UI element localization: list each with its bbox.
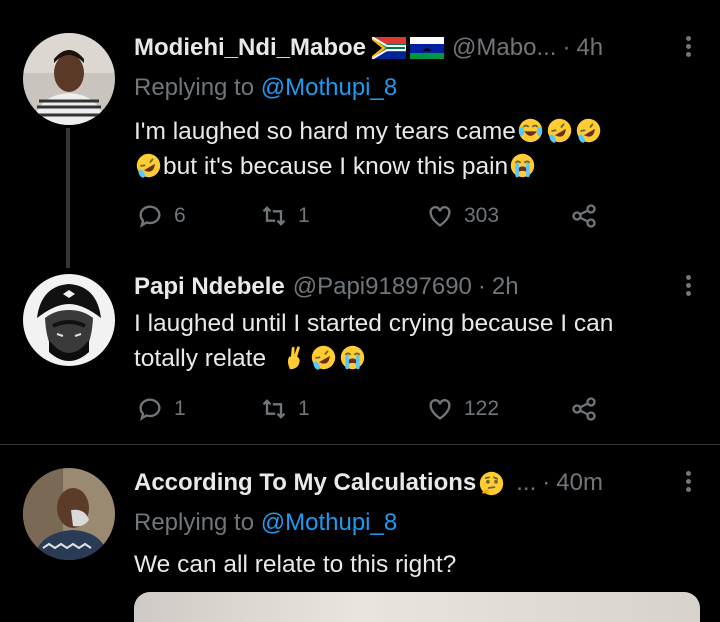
reply-button[interactable]: 6 — [136, 202, 186, 230]
heart-icon — [429, 399, 451, 420]
avatar[interactable] — [23, 33, 115, 125]
heart-icon — [429, 206, 451, 227]
tweet-time[interactable]: 4h — [576, 34, 603, 62]
tweet-header: According To My Calculations ... · 40m — [134, 466, 720, 500]
tweet-time[interactable]: 40m — [556, 469, 603, 497]
south-africa-flag-icon — [372, 37, 407, 59]
rofl-emoji-icon — [311, 345, 336, 370]
like-count: 303 — [464, 204, 500, 227]
rofl-emoji-icon — [576, 118, 601, 143]
tweet-media-image[interactable] — [134, 592, 700, 622]
more-icon[interactable] — [686, 272, 692, 299]
share-button[interactable] — [570, 395, 608, 423]
tweet-text: We can all relate to this right? — [134, 547, 694, 582]
retweet-icon — [262, 206, 286, 226]
reply-icon — [139, 398, 161, 421]
crying-emoji-icon — [340, 345, 365, 370]
tweet-2[interactable]: Papi Ndebele @Papi91897690 · 2h I laughe… — [0, 260, 720, 444]
tweet-text-line-1: We can all relate to this right? — [134, 551, 457, 578]
more-icon[interactable] — [686, 468, 692, 495]
reply-icon — [139, 205, 161, 228]
tweet-time[interactable]: 2h — [492, 273, 519, 301]
lesotho-flag-icon — [410, 37, 445, 59]
tweet-text: I'm laughed so hard my tears came but it… — [134, 114, 694, 184]
tweet-header: Papi Ndebele @Papi91897690 · 2h — [134, 270, 720, 304]
thinking-face-emoji-icon — [480, 471, 504, 495]
reply-count: 6 — [174, 204, 186, 227]
tweet-text-line-1: I'm laughed so hard my tears came — [134, 118, 516, 145]
author-handle[interactable]: @Mabo... — [452, 34, 556, 62]
retweet-icon — [262, 399, 286, 419]
like-button[interactable]: 122 — [426, 395, 499, 423]
crying-emoji-icon — [510, 153, 535, 178]
author-name[interactable]: Papi Ndebele — [134, 273, 285, 301]
tweet-header: Modiehi_Ndi_Maboe @Mabo... · 4h — [134, 31, 720, 65]
tweet-actions: 1 1 122 — [136, 395, 616, 425]
tweet-3[interactable]: According To My Calculations ... · 40m R… — [0, 445, 720, 606]
tweet-text-line-2: totally relate — [134, 345, 267, 372]
rofl-emoji-icon — [136, 153, 161, 178]
reply-button[interactable]: 1 — [136, 395, 186, 423]
share-button[interactable] — [570, 202, 608, 230]
thread-line — [66, 128, 70, 268]
replying-to: Replying to @Mothupi_8 — [134, 509, 397, 537]
rofl-emoji-icon — [547, 118, 572, 143]
tweet-1[interactable]: Modiehi_Ndi_Maboe @Mabo... · 4h Replying… — [0, 0, 720, 268]
author-handle[interactable]: ... — [516, 469, 536, 497]
retweet-button[interactable]: 1 — [260, 395, 310, 423]
share-icon — [572, 397, 596, 421]
reply-count: 1 — [174, 397, 186, 420]
separator: · — [477, 273, 486, 300]
tweet-text-line-1: I laughed until I started crying because… — [134, 310, 614, 337]
replying-label: Replying to — [134, 74, 255, 101]
author-handle[interactable]: @Papi91897690 — [293, 273, 472, 301]
separator: · — [542, 469, 551, 496]
retweet-count: 1 — [298, 204, 310, 227]
like-count: 122 — [464, 397, 500, 420]
author-name[interactable]: Modiehi_Ndi_Maboe — [134, 34, 366, 62]
separator: · — [562, 34, 571, 61]
author-name[interactable]: According To My Calculations — [134, 469, 476, 497]
retweet-button[interactable]: 1 — [260, 202, 310, 230]
tweet-actions: 6 1 303 — [136, 202, 616, 232]
avatar[interactable] — [23, 274, 115, 366]
mention-link[interactable]: @Mothupi_8 — [261, 509, 397, 536]
avatar[interactable] — [23, 468, 115, 560]
replying-label: Replying to — [134, 509, 255, 536]
like-button[interactable]: 303 — [426, 202, 499, 230]
tweet-text: I laughed until I started crying because… — [134, 306, 694, 376]
replying-to: Replying to @Mothupi_8 — [134, 74, 397, 102]
tears-of-joy-emoji-icon — [518, 118, 543, 143]
tweet-text-line-2: but it's because I know this pain — [163, 153, 509, 180]
crossed-fingers-emoji-icon — [287, 346, 300, 370]
retweet-count: 1 — [298, 397, 310, 420]
share-icon — [572, 204, 596, 228]
more-icon[interactable] — [686, 33, 692, 60]
mention-link[interactable]: @Mothupi_8 — [261, 74, 397, 101]
